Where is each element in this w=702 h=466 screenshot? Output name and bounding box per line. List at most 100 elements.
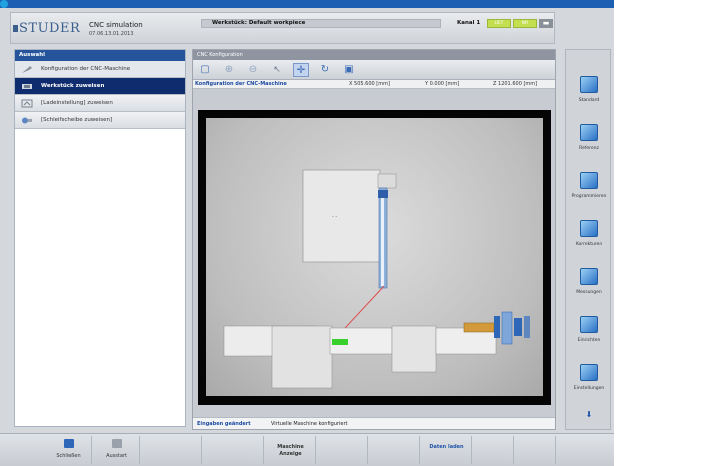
corrections-icon [580,220,598,237]
selection-panel: Auswahl Konfiguration der CNC-Maschine W… [14,49,186,427]
coordinate-title: Konfiguration der CNC-Maschine [195,81,287,87]
save-view-icon[interactable]: ▢ [197,63,213,77]
app-date: 07.06.13.01.2013 [89,31,134,37]
program-button[interactable]: Programmieren [568,168,610,212]
grinding-wheel-icon [22,117,32,124]
wheelhead-marker: - - [332,214,337,220]
machine-scene: - - [206,118,543,396]
wheelhead-cap [377,173,397,189]
settings-button[interactable]: Einstellungen [568,360,610,404]
wrench-icon [22,66,32,73]
status-led-uet: UET [487,19,511,28]
spindle-bar [463,322,495,333]
rotate-icon[interactable]: ↻ [317,63,333,77]
list-item-label: [Ladeinstellung] zuweisen [41,100,113,106]
list-item-machine-config[interactable]: Konfiguration der CNC-Maschine [15,61,185,78]
spindle-flange-a [494,316,500,338]
bottom-bar: Schließen Ausstart Maschine Anzeige Date… [0,433,614,466]
machine-display-label: Maschine Anzeige [277,444,304,457]
configuration-panel-title: CNC Konfiguration [193,50,555,60]
machine-model: - - [223,169,530,389]
list-item-loader[interactable]: [Ladeinstellung] zuweisen [15,95,185,112]
select-button[interactable]: Ausstart [94,436,140,464]
bottom-slot-empty-2 [204,436,264,464]
setup-icon [580,316,598,333]
configuration-panel: CNC Konfiguration ▢ ⊕ ⊖ ↖ ✛ ↻ ▣ Konfigur… [192,49,556,430]
bottom-slot-empty-3 [318,436,368,464]
y-coordinate: Y 0.000 [mm] [425,81,460,87]
window-menu-icon[interactable]: ▬ [539,19,553,28]
list-item-label: [Schleifscheibe zuweisen] [41,117,113,123]
spindle-flange-b [501,311,513,345]
tool-label: Messungen [576,290,602,295]
z-coordinate: Z 1201.600 [mm] [493,81,538,87]
standard-icon [580,76,598,93]
app-title: CNC simulation [89,21,143,29]
selection-panel-title: Auswahl [15,50,185,61]
right-toolbar: Standard Referenz Programmieren Korrektu… [565,49,611,430]
bottom-slot-empty-6 [516,436,556,464]
headstock-block [271,325,333,389]
tool-label: Einrichten [577,338,601,343]
grinding-wheel-edge [381,190,384,286]
spindle-flange-d [524,316,530,338]
machine-display-button[interactable]: Maschine Anzeige [266,436,316,464]
wheelhead-block [302,169,381,263]
app-corner-icon [0,0,8,8]
tool-label: Standard [578,98,600,103]
workpiece-icon [22,84,32,89]
coordinate-bar: Konfiguration der CNC-Maschine X 505.600… [193,80,555,89]
tool-label: Programmieren [571,194,607,199]
zoom-out-icon[interactable]: ⊖ [245,63,261,77]
list-item-label: Konfiguration der CNC-Maschine [41,66,131,72]
bottom-slot-empty-4 [370,436,420,464]
loader-icon [21,99,33,108]
scroll-down-icon[interactable]: ⬇ [566,410,612,419]
tool-label: Referenz [579,146,599,151]
machine-viewport[interactable]: - - [198,110,551,405]
status-changed: Eingaben geändert [197,421,251,427]
tailstock-block [391,325,437,373]
load-data-button[interactable]: Daten laden [422,436,472,464]
zoom-in-icon[interactable]: ⊕ [221,63,237,77]
select-label: Ausstart [106,453,127,459]
bottom-slot-empty-5 [474,436,514,464]
close-icon [63,439,74,448]
close-button[interactable]: Schließen [46,436,92,464]
select-icon [111,439,122,448]
header-bar: STUDER CNC simulation 07.06.13.01.2013 W… [10,12,555,44]
view-toolbar: ▢ ⊕ ⊖ ↖ ✛ ↻ ▣ [193,60,555,80]
measure-button[interactable]: Messungen [568,264,610,308]
corrections-button[interactable]: Korrekturen [568,216,610,260]
pointer-icon[interactable]: ↖ [269,63,285,77]
reference-button[interactable]: Referenz [568,120,610,164]
title-strip [0,0,614,8]
settings-icon [580,364,598,381]
channel-label: Kanal 1 [457,20,481,26]
measure-icon [580,268,598,285]
blank-area [614,0,702,466]
app-window: STUDER CNC simulation 07.06.13.01.2013 W… [0,0,614,466]
tool-label: Korrekturen [575,242,603,247]
reference-icon [580,124,598,141]
status-led-nr: NR [513,19,537,28]
standard-button[interactable]: Standard [568,72,610,116]
list-item-workpiece[interactable]: Werkstück zuweisen [15,78,185,95]
x-coordinate: X 505.600 [mm] [349,81,390,87]
spindle-flange-c [514,318,522,336]
status-bar: Eingaben geändert Virtuelle Maschine kon… [193,417,555,429]
grinding-wheel-flange [378,190,388,198]
workpiece-field[interactable]: Werkstück: Default workpiece [201,19,441,28]
tool-label: Einstellungen [573,386,605,391]
setup-button[interactable]: Einrichten [568,312,610,356]
list-item-label: Werkstück zuweisen [41,83,105,89]
fit-view-icon[interactable]: ▣ [341,63,357,77]
load-data-label: Daten laden [429,444,464,450]
close-label: Schließen [56,453,81,459]
bottom-slot-empty-1 [142,436,202,464]
logo-mark-icon [13,25,18,32]
pan-icon[interactable]: ✛ [293,63,309,77]
program-icon [580,172,598,189]
list-item-grinding-wheel[interactable]: [Schleifscheibe zuweisen] [15,112,185,129]
brand-logo: STUDER [19,21,81,36]
